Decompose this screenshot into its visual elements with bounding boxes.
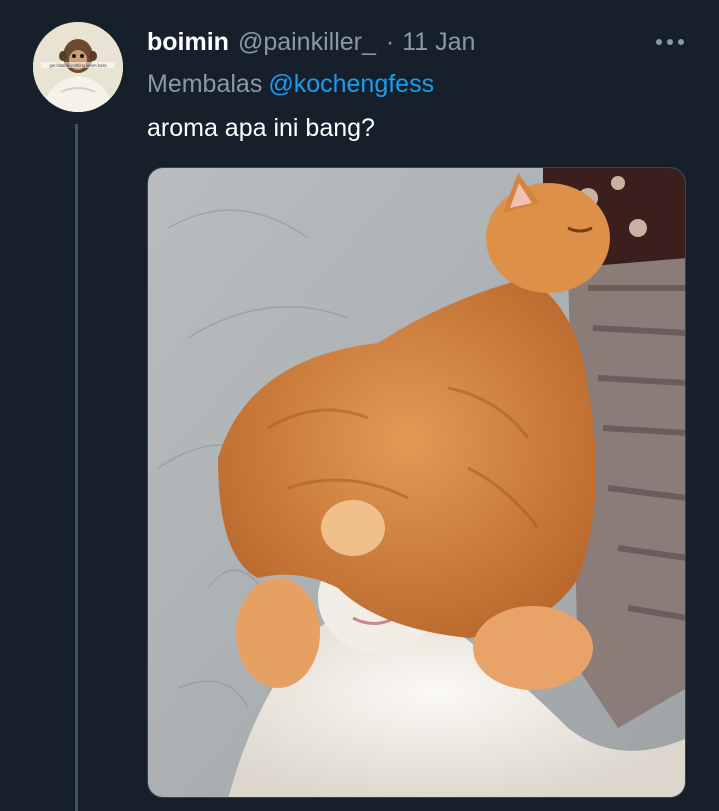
thread-connector-line [75, 124, 78, 811]
cat-photo [148, 168, 685, 797]
tweet-header: boimin @painkiller_ · 11 Jan [147, 26, 475, 58]
header-separator: · [385, 28, 395, 56]
tweet-text: aroma apa ini bang? [147, 114, 375, 142]
avatar-caption: get hittable nothing lorem boss [49, 63, 106, 68]
more-horizontal-icon [656, 39, 684, 45]
more-options-button[interactable] [650, 26, 690, 58]
avatar-image: get hittable nothing lorem boss [33, 22, 123, 112]
avatar[interactable]: get hittable nothing lorem boss [33, 22, 123, 112]
user-handle[interactable]: @painkiller_ [238, 26, 376, 58]
replying-to-label: Membalas [147, 70, 263, 98]
display-name[interactable]: boimin [147, 26, 229, 58]
reply-mention-link[interactable]: @kochengfess [268, 70, 434, 98]
tweet-media-photo[interactable] [147, 167, 686, 798]
replying-to: Membalas @kochengfess [147, 68, 434, 100]
tweet-date[interactable]: 11 Jan [402, 26, 475, 58]
